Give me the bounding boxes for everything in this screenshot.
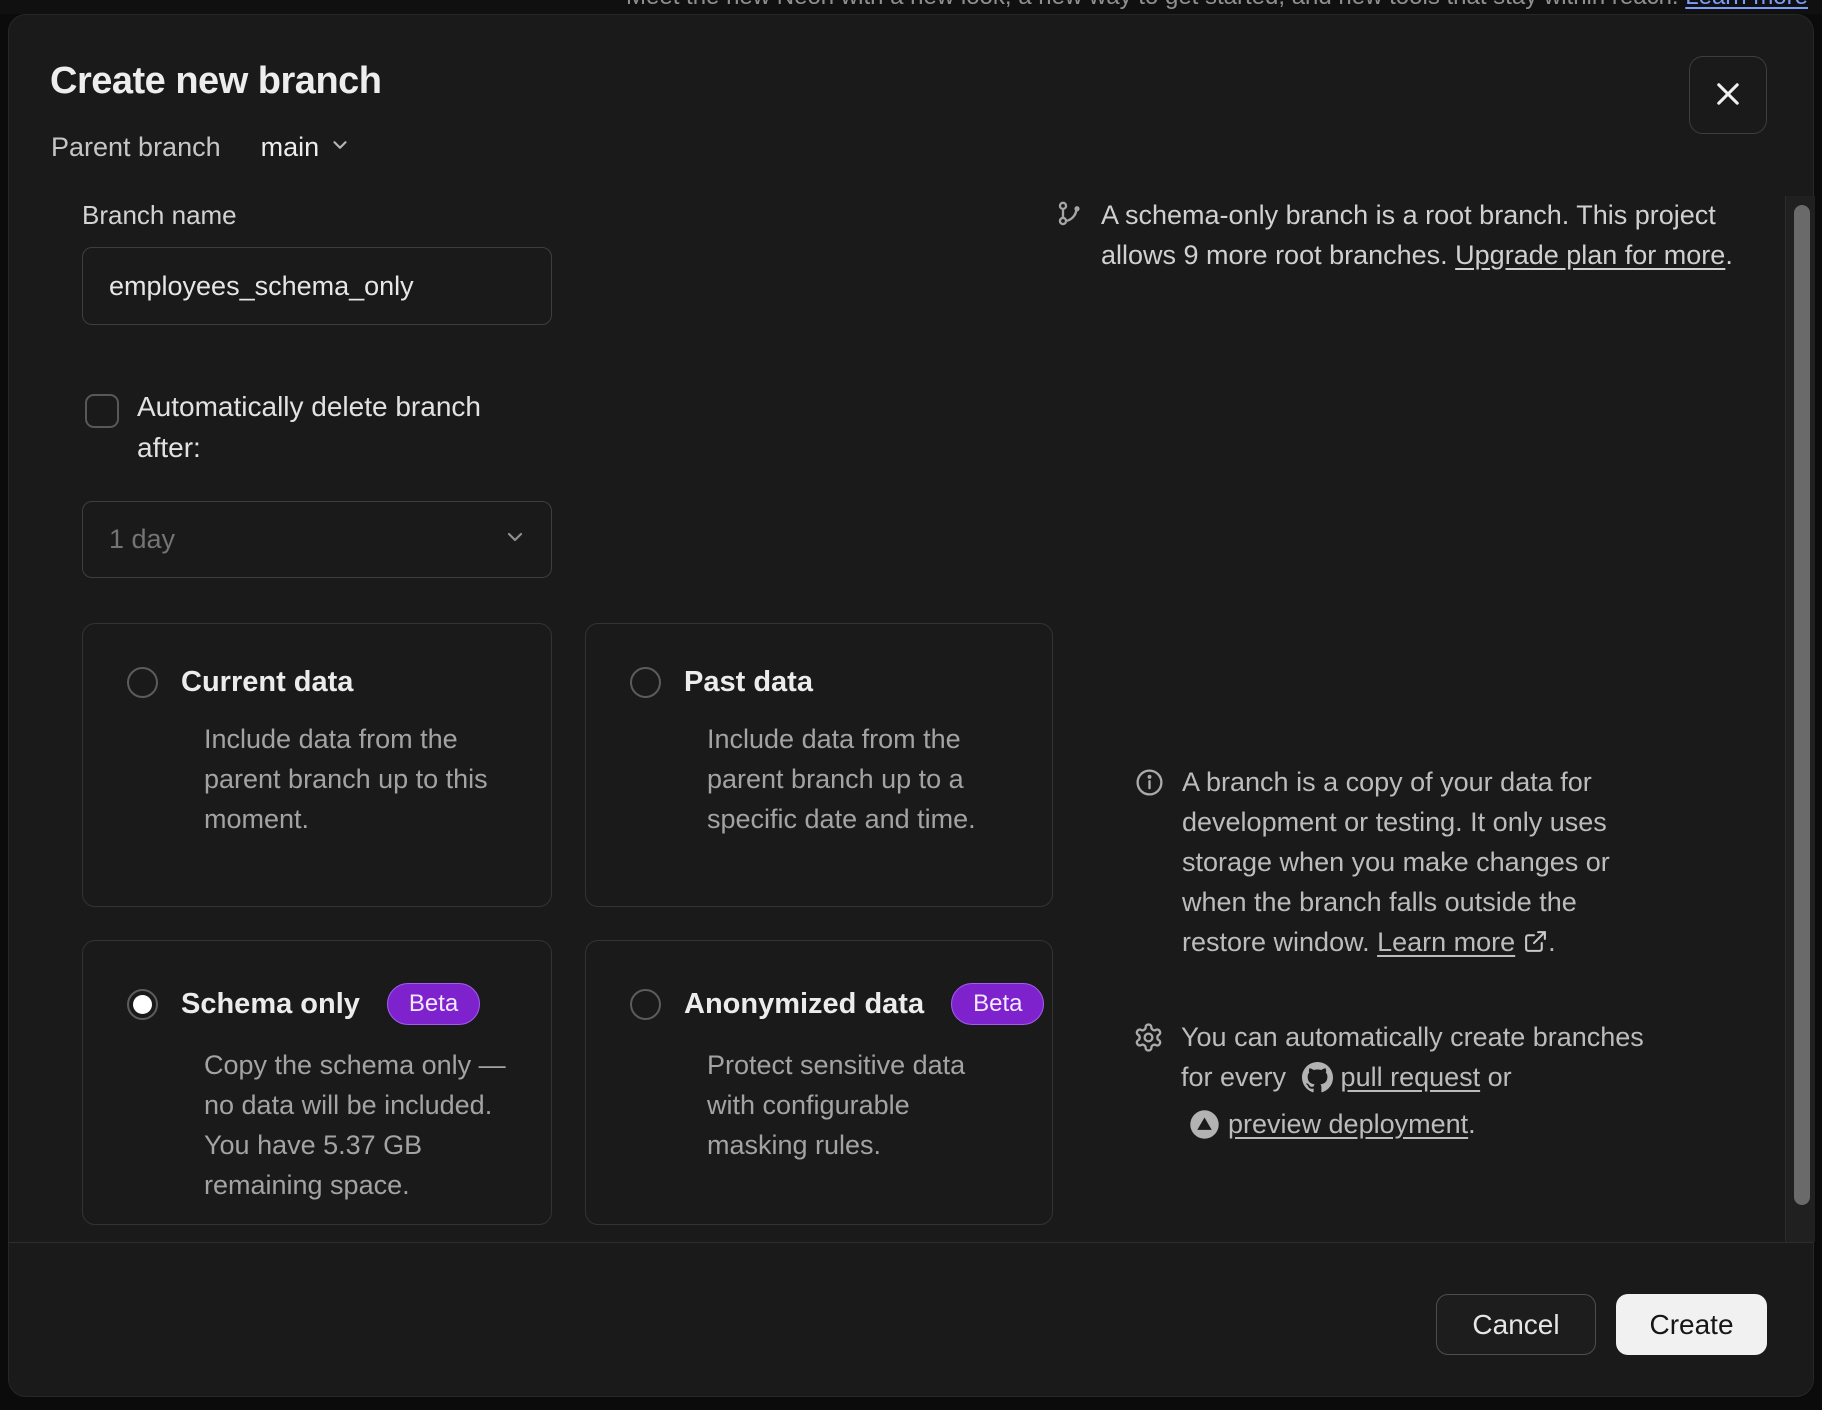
option-description: Include data from the parent branch up t… <box>204 719 521 839</box>
scrollbar-track[interactable] <box>1785 196 1815 1242</box>
info-icon <box>1134 767 1165 965</box>
option-title: Schema only <box>181 988 360 1021</box>
branch-icon <box>1056 200 1084 275</box>
option-description: Protect sensitive data with configurable… <box>707 1045 1022 1165</box>
beta-badge: Beta <box>387 983 480 1025</box>
branch-info-note: A branch is a copy of your data for deve… <box>1134 762 1774 965</box>
page-background: Meet the new Neon with a new look, a new… <box>0 0 1822 1410</box>
branch-info-suffix: . <box>1548 927 1556 957</box>
option-title: Anonymized data <box>684 988 924 1021</box>
radio-anonymized-data[interactable] <box>630 989 661 1020</box>
auto-delete-label: Automatically delete branch after: <box>137 386 557 468</box>
parent-branch-value: main <box>261 132 320 163</box>
option-description: Include data from the parent branch up t… <box>707 719 1022 839</box>
promo-banner-clipped: Meet the new Neon with a new look, a new… <box>0 0 1822 14</box>
branch-info-text: A branch is a copy of your data for deve… <box>1182 762 1610 965</box>
scrollbar-thumb[interactable] <box>1794 205 1810 1205</box>
external-link-icon <box>1523 930 1548 960</box>
branch-name-input[interactable] <box>82 247 552 325</box>
option-card-schema-only[interactable]: Schema only Beta Copy the schema only — … <box>82 940 552 1225</box>
option-description: Copy the schema only — no data will be i… <box>204 1045 521 1205</box>
schema-note-suffix: . <box>1725 240 1733 270</box>
promo-banner-text: Meet the new Neon with a new look, a new… <box>0 0 1808 12</box>
vercel-icon <box>1189 1116 1220 1146</box>
integration-note: You can automatically create branches fo… <box>1133 1017 1793 1151</box>
radio-past-data[interactable] <box>630 667 661 698</box>
delete-after-value: 1 day <box>109 524 175 555</box>
create-button[interactable]: Create <box>1616 1294 1767 1355</box>
github-icon <box>1302 1069 1333 1099</box>
schema-only-note-text: A schema-only branch is a root branch. T… <box>1101 195 1733 275</box>
option-card-anonymized-data[interactable]: Anonymized data Beta Protect sensitive d… <box>585 940 1053 1225</box>
preview-deployment-link[interactable]: preview deployment <box>1228 1109 1468 1139</box>
parent-branch-select[interactable]: main <box>261 132 352 163</box>
footer-separator <box>9 1242 1813 1243</box>
gear-icon <box>1133 1022 1164 1151</box>
option-title: Past data <box>684 666 813 699</box>
cancel-button[interactable]: Cancel <box>1436 1294 1596 1355</box>
promo-banner-learn-more-link[interactable]: Learn more <box>1685 0 1808 10</box>
parent-branch-label: Parent branch <box>51 132 221 163</box>
beta-badge: Beta <box>951 983 1044 1025</box>
radio-current-data[interactable] <box>127 667 158 698</box>
radio-schema-only[interactable] <box>127 989 158 1020</box>
pull-request-link[interactable]: pull request <box>1341 1062 1481 1092</box>
delete-after-select[interactable]: 1 day <box>82 501 552 578</box>
chevron-down-icon <box>329 134 351 161</box>
integration-middle: or <box>1480 1062 1512 1092</box>
parent-branch-row: Parent branch main <box>51 132 351 163</box>
close-button[interactable] <box>1689 56 1767 134</box>
upgrade-plan-link[interactable]: Upgrade plan for more <box>1455 240 1725 270</box>
branch-name-label: Branch name <box>82 200 237 231</box>
create-branch-modal: Create new branch Parent branch main Bra… <box>8 14 1814 1397</box>
learn-more-link[interactable]: Learn more <box>1377 927 1515 957</box>
modal-title: Create new branch <box>50 59 382 103</box>
option-title: Current data <box>181 666 353 699</box>
promo-banner-message: Meet the new Neon with a new look, a new… <box>626 0 1679 10</box>
close-icon <box>1711 77 1745 114</box>
integration-text: You can automatically create branches fo… <box>1181 1017 1644 1151</box>
schema-only-note: A schema-only branch is a root branch. T… <box>1056 195 1776 275</box>
option-card-current-data[interactable]: Current data Include data from the paren… <box>82 623 552 907</box>
integration-suffix: . <box>1468 1109 1476 1139</box>
chevron-down-icon <box>503 525 527 554</box>
auto-delete-checkbox[interactable] <box>85 394 119 428</box>
option-card-past-data[interactable]: Past data Include data from the parent b… <box>585 623 1053 907</box>
